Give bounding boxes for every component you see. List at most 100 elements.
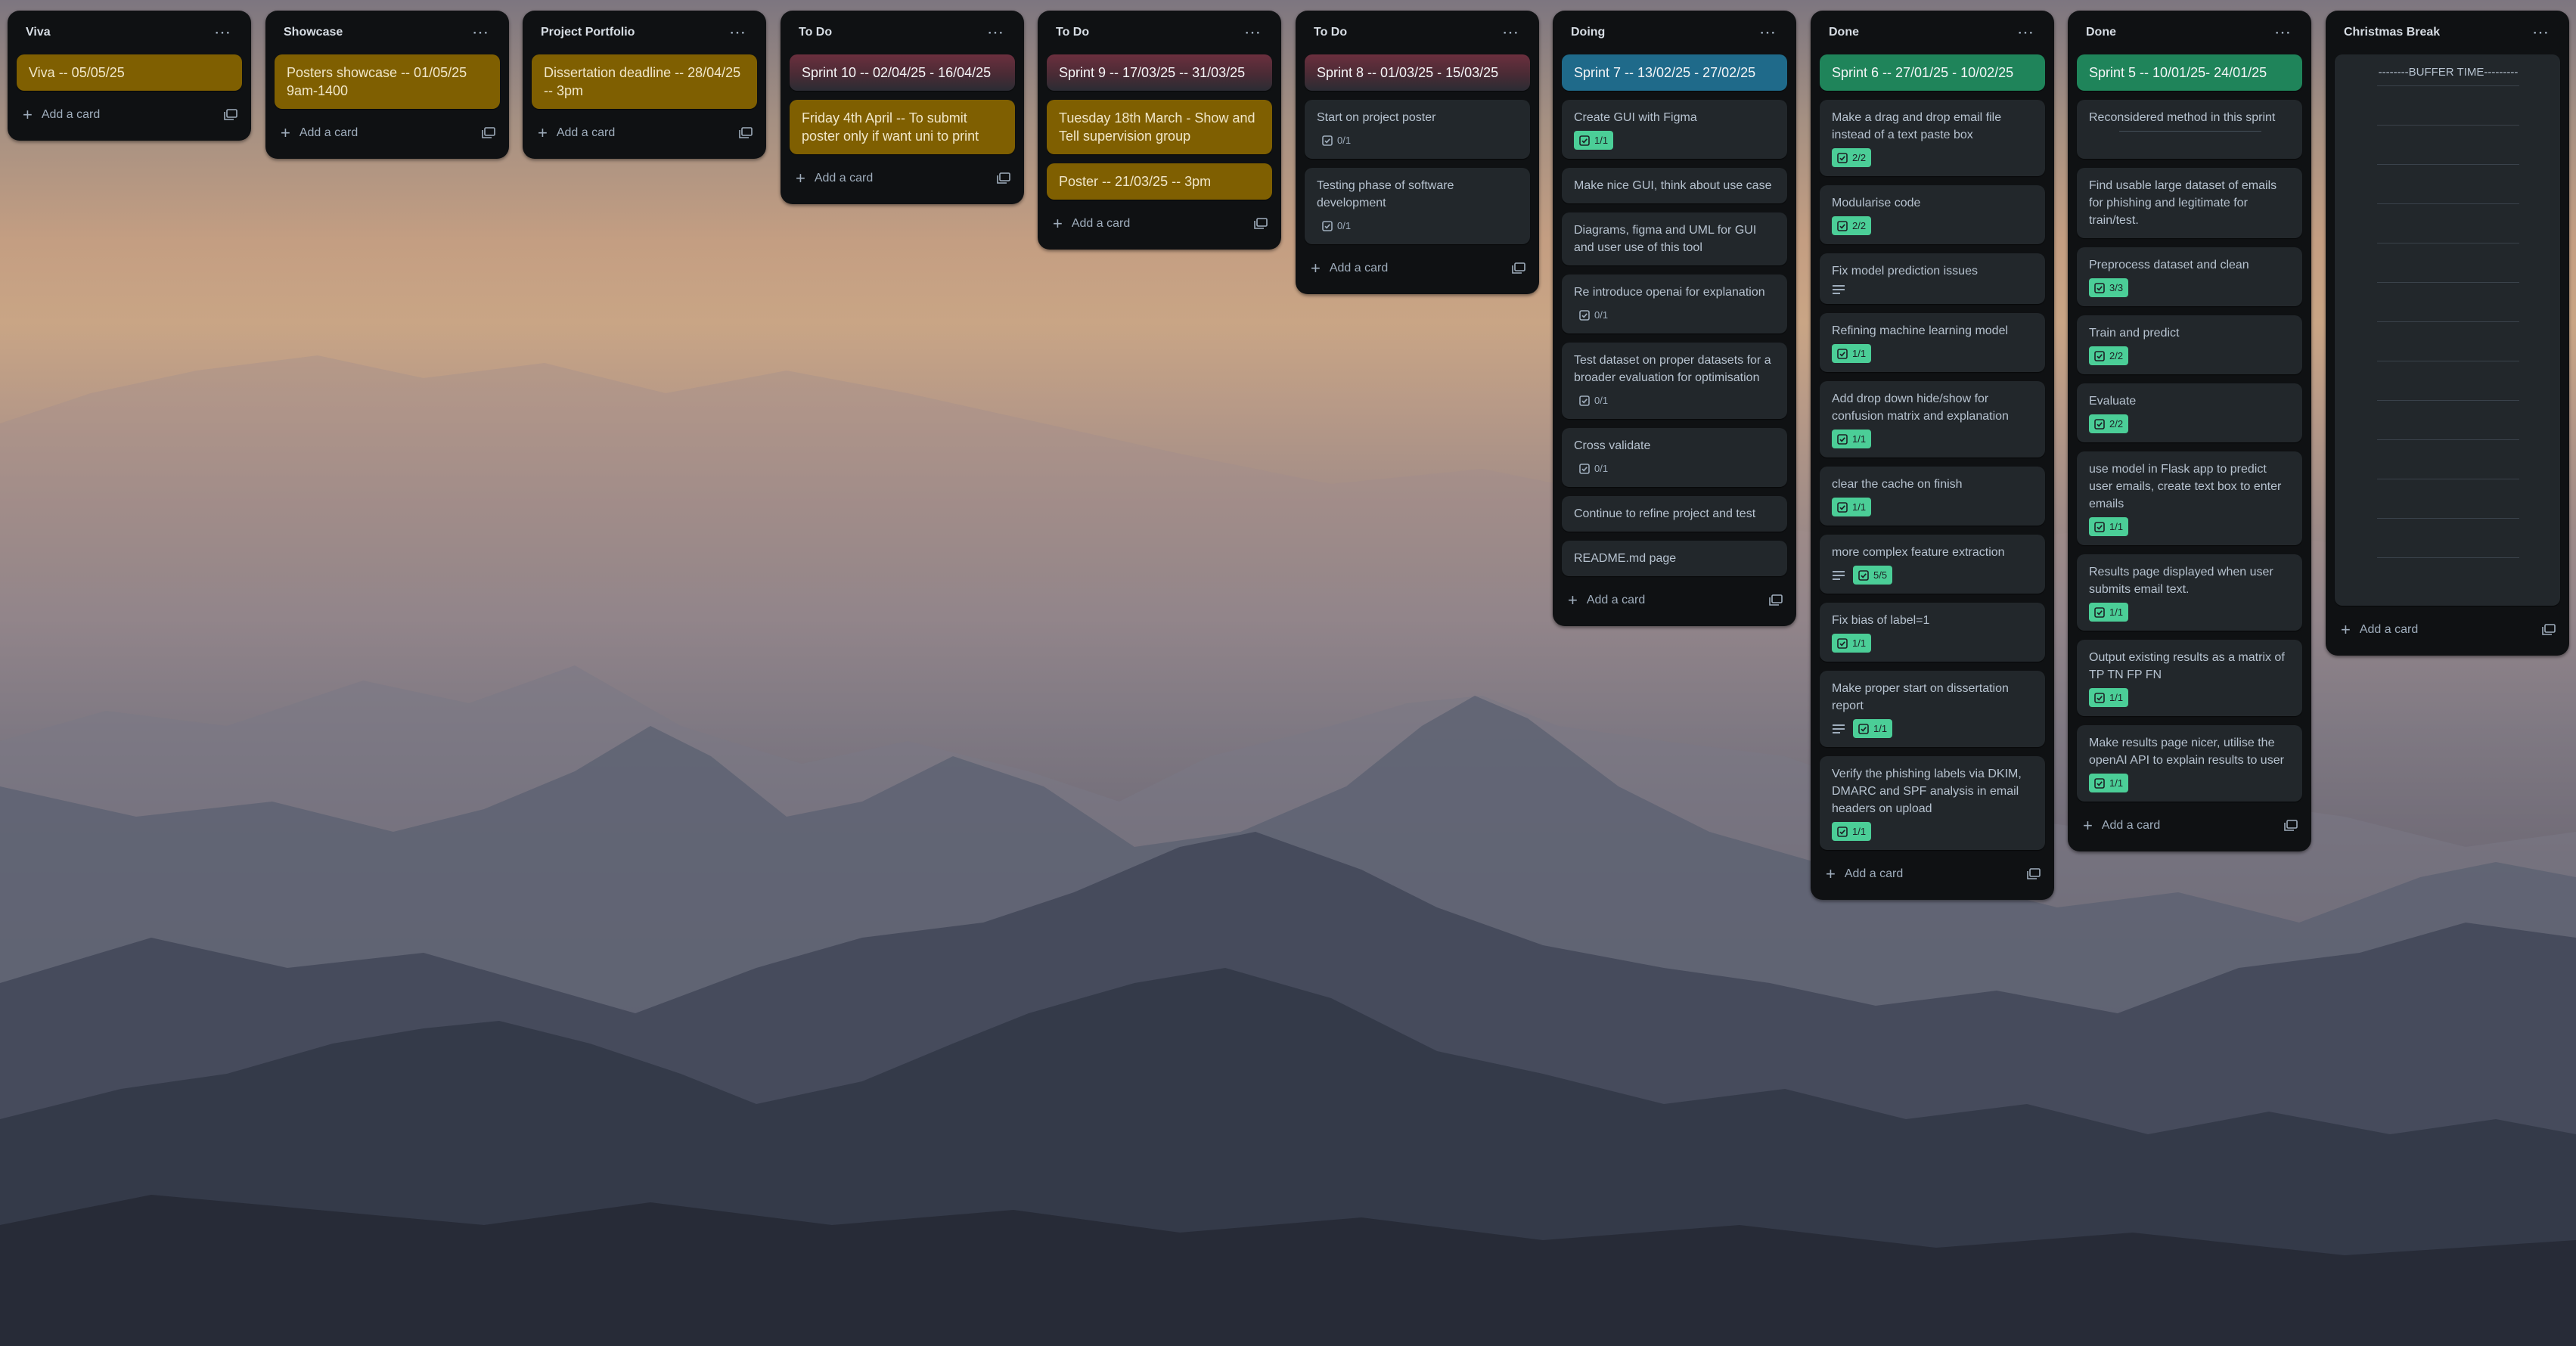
card[interactable]: Friday 4th April -- To submit poster onl… <box>790 100 1015 154</box>
create-from-template-icon[interactable] <box>482 127 495 139</box>
add-card-button[interactable]: + Add a card <box>1047 209 1272 239</box>
card[interactable]: Make proper start on dissertation report… <box>1820 671 2045 747</box>
card[interactable]: Cross validate 0/1 <box>1562 428 1787 487</box>
create-from-template-icon[interactable] <box>1512 262 1525 274</box>
add-card-button[interactable]: + Add a card <box>275 118 500 148</box>
list-title[interactable]: To Do <box>1314 26 1347 39</box>
card[interactable]: Tuesday 18th March - Show and Tell super… <box>1047 100 1272 154</box>
more-menu-icon[interactable]: ⋯ <box>725 24 751 41</box>
card[interactable]: Test dataset on proper datasets for a br… <box>1562 343 1787 419</box>
sprint-card[interactable]: Sprint 10 -- 02/04/25 - 16/04/25 <box>790 54 1015 91</box>
sprint-card[interactable]: Sprint 9 -- 17/03/25 -- 31/03/25 <box>1047 54 1272 91</box>
list-title[interactable]: Done <box>2086 26 2116 39</box>
sprint-card[interactable]: Sprint 7 -- 13/02/25 - 27/02/25 <box>1562 54 1787 91</box>
card[interactable]: README.md page <box>1562 541 1787 576</box>
create-from-template-icon[interactable] <box>224 109 237 121</box>
card[interactable]: Find usable large dataset of emails for … <box>2077 168 2302 238</box>
create-from-template-icon[interactable] <box>1254 218 1268 230</box>
card[interactable]: Viva -- 05/05/25 <box>17 54 242 91</box>
add-card-button[interactable]: + Add a card <box>17 100 242 130</box>
card[interactable]: Make a drag and drop email file instead … <box>1820 100 2045 176</box>
card[interactable]: Evaluate 2/2 <box>2077 383 2302 442</box>
more-menu-icon[interactable]: ⋯ <box>1240 24 1266 41</box>
card[interactable]: more complex feature extraction 5/5 <box>1820 535 2045 594</box>
add-card-button[interactable]: + Add a card <box>2335 615 2560 645</box>
more-menu-icon[interactable]: ⋯ <box>1497 24 1524 41</box>
card[interactable]: Testing phase of software development 0/1 <box>1305 168 1530 244</box>
card[interactable]: Add drop down hide/show for confusion ma… <box>1820 381 2045 457</box>
card[interactable]: Preprocess dataset and clean 3/3 <box>2077 247 2302 306</box>
list-title[interactable]: Project Portfolio <box>541 26 635 39</box>
list-title[interactable]: Showcase <box>284 26 343 39</box>
card[interactable]: Diagrams, figma and UML for GUI and user… <box>1562 212 1787 265</box>
more-menu-icon[interactable]: ⋯ <box>2013 24 2039 41</box>
card[interactable]: Refining machine learning model 1/1 <box>1820 313 2045 372</box>
list-title[interactable]: Viva <box>26 26 51 39</box>
add-card-button[interactable]: + Add a card <box>1820 859 2045 889</box>
card[interactable]: clear the cache on finish 1/1 <box>1820 467 2045 526</box>
card[interactable]: Poster -- 21/03/25 -- 3pm <box>1047 163 1272 200</box>
description-icon <box>1833 285 1845 294</box>
card-badges: 3/3 <box>2089 278 2292 297</box>
list-title[interactable]: Doing <box>1571 26 1605 39</box>
create-from-template-icon[interactable] <box>997 172 1010 185</box>
card[interactable]: use model in Flask app to predict user e… <box>2077 451 2302 545</box>
list-title[interactable]: Done <box>1829 26 1859 39</box>
list-header: Doing ⋯ <box>1562 11 1787 54</box>
card-title: Reconsidered method in this sprint <box>2089 111 2276 124</box>
card[interactable]: Dissertation deadline -- 28/04/25 -- 3pm <box>532 54 757 109</box>
create-from-template-icon[interactable] <box>739 127 753 139</box>
checklist-icon <box>2094 692 2105 703</box>
list-title[interactable]: Christmas Break <box>2344 26 2440 39</box>
card[interactable]: Start on project poster 0/1 <box>1305 100 1530 159</box>
list-title[interactable]: To Do <box>1056 26 1089 39</box>
checklist-count: 1/1 <box>1852 501 1867 513</box>
card[interactable]: Verify the phishing labels via DKIM, DMA… <box>1820 756 2045 850</box>
card[interactable]: Continue to refine project and test <box>1562 496 1787 532</box>
card[interactable]: Fix model prediction issues <box>1820 253 2045 304</box>
buffer-line <box>2377 125 2519 126</box>
card[interactable]: Create GUI with Figma 1/1 <box>1562 100 1787 159</box>
card-badges: 1/1 <box>1574 131 1777 150</box>
card[interactable]: Results page displayed when user submits… <box>2077 554 2302 631</box>
card[interactable]: --------BUFFER TIME--------- <box>2335 54 2560 606</box>
add-card-button[interactable]: + Add a card <box>1562 585 1787 616</box>
card[interactable]: Posters showcase -- 01/05/25 9am-1400 <box>275 54 500 109</box>
card[interactable]: Train and predict 2/2 <box>2077 315 2302 374</box>
sprint-card[interactable]: Sprint 5 -- 10/01/25- 24/01/25 <box>2077 54 2302 91</box>
card[interactable]: Reconsidered method in this sprint <box>2077 100 2302 159</box>
sprint-card[interactable]: Sprint 6 -- 27/01/25 - 10/02/25 <box>1820 54 2045 91</box>
checklist-badge: 0/1 <box>1574 305 1613 324</box>
card-badges: 2/2 <box>1832 148 2034 167</box>
checklist-icon <box>2094 418 2105 430</box>
create-from-template-icon[interactable] <box>1769 594 1783 606</box>
more-menu-icon[interactable]: ⋯ <box>2270 24 2296 41</box>
checklist-icon <box>1579 309 1590 321</box>
more-menu-icon[interactable]: ⋯ <box>209 24 236 41</box>
more-menu-icon[interactable]: ⋯ <box>982 24 1009 41</box>
create-from-template-icon[interactable] <box>2027 868 2041 880</box>
card[interactable]: Re introduce openai for explanation 0/1 <box>1562 274 1787 333</box>
card[interactable]: Modularise code 2/2 <box>1820 185 2045 244</box>
list-title[interactable]: To Do <box>799 26 832 39</box>
add-card-button[interactable]: + Add a card <box>790 163 1015 194</box>
more-menu-icon[interactable]: ⋯ <box>2528 24 2554 41</box>
list-header: Done ⋯ <box>1820 11 2045 54</box>
add-card-button[interactable]: + Add a card <box>1305 253 1530 284</box>
add-card-button[interactable]: + Add a card <box>2077 811 2302 841</box>
add-card-button[interactable]: + Add a card <box>532 118 757 148</box>
more-menu-icon[interactable]: ⋯ <box>467 24 494 41</box>
create-from-template-icon[interactable] <box>2542 624 2556 636</box>
checklist-badge: 2/2 <box>1832 216 1872 235</box>
checklist-count: 1/1 <box>2109 606 2124 618</box>
card-title: Create GUI with Figma <box>1574 111 1697 124</box>
card[interactable]: Output existing results as a matrix of T… <box>2077 640 2302 716</box>
more-menu-icon[interactable]: ⋯ <box>1755 24 1781 41</box>
create-from-template-icon[interactable] <box>2284 820 2298 832</box>
sprint-card[interactable]: Sprint 8 -- 01/03/25 - 15/03/25 <box>1305 54 1530 91</box>
add-card-label: Add a card <box>2359 623 2419 636</box>
card[interactable]: Make results page nicer, utilise the ope… <box>2077 725 2302 802</box>
card-title: use model in Flask app to predict user e… <box>2089 463 2282 510</box>
card[interactable]: Fix bias of label=1 1/1 <box>1820 603 2045 662</box>
card[interactable]: Make nice GUI, think about use case <box>1562 168 1787 203</box>
